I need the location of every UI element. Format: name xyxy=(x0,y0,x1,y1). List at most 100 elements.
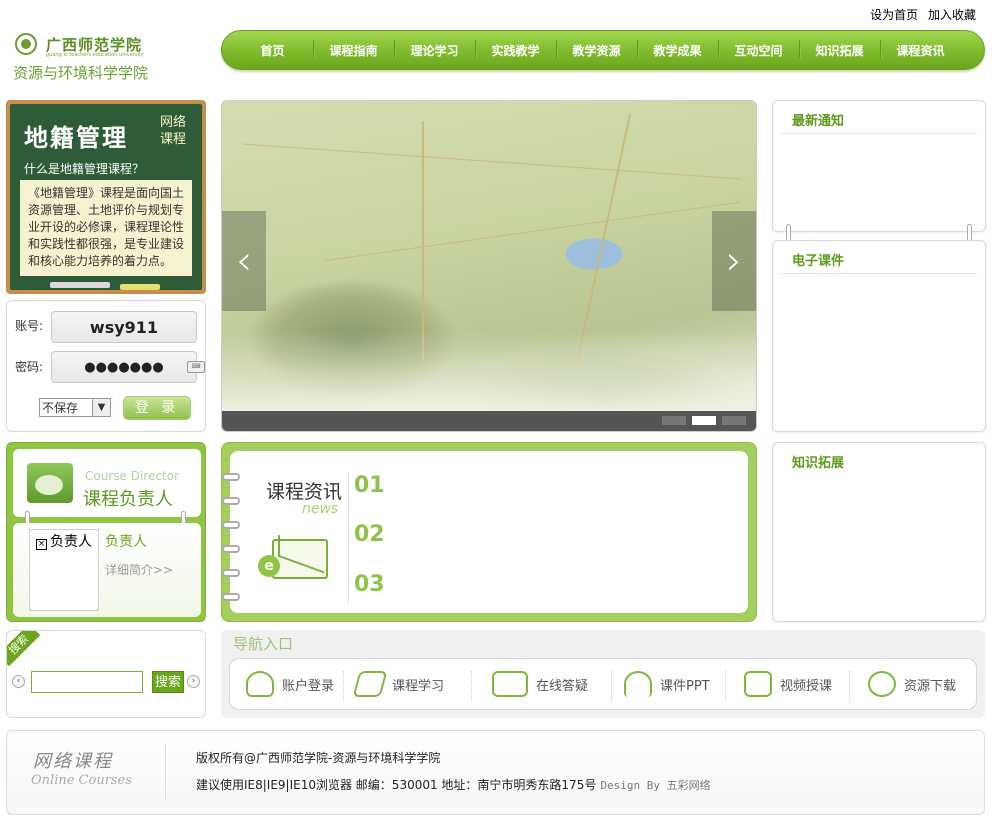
password-label: 密码: xyxy=(15,360,44,374)
account-input[interactable]: wsy911 xyxy=(51,311,197,343)
nav-course-guide[interactable]: 课程指南 xyxy=(313,39,394,59)
tv-icon xyxy=(744,671,772,697)
courseware-title[interactable]: 电子课件 xyxy=(792,250,844,269)
notice-title[interactable]: 最新通知 xyxy=(792,110,844,129)
guide-course-study[interactable]: 课程学习 xyxy=(344,659,472,709)
top-links: 设为首页 加入收藏 xyxy=(864,6,976,23)
nav-home[interactable]: 首页 xyxy=(232,42,313,59)
news-inner: 课程资讯 news e 01 02 03 xyxy=(222,451,748,613)
director-more-link[interactable]: 详细简介>> xyxy=(105,561,173,578)
binder-ring xyxy=(222,593,240,601)
map-road xyxy=(242,143,742,180)
guide-online-qa[interactable]: 在线答疑 xyxy=(472,659,612,709)
notebook-icon xyxy=(352,671,388,697)
guide-item-label: 在线答疑 xyxy=(536,678,589,694)
add-favorite-link[interactable]: 加入收藏 xyxy=(928,8,976,22)
slider-indicator-bar xyxy=(222,411,756,431)
save-option-value: 不保存 xyxy=(42,401,79,415)
guide-item-label: 课程学习 xyxy=(392,678,445,694)
search-tag: 搜索 xyxy=(7,631,41,667)
keyboard-icon[interactable]: ⌨ xyxy=(187,361,205,373)
guide-item-label: 账户登录 xyxy=(282,678,335,694)
search-panel: 搜索 ‹ 搜索 › xyxy=(6,630,206,718)
director-title-cn: 课程负责人 xyxy=(83,489,173,510)
map-fade xyxy=(222,331,756,411)
knowledge-box: 知识拓展 xyxy=(772,442,986,622)
password-input[interactable]: ●●●●●●● xyxy=(51,351,197,383)
slider-dot[interactable] xyxy=(662,416,686,425)
footer: 网络课程 Online Courses 版权所有@广西师范学院-资源与环境科学学… xyxy=(6,730,985,815)
guide-resource-download[interactable]: 资源下载 xyxy=(850,659,976,709)
nav-theory[interactable]: 理论学习 xyxy=(394,39,475,59)
search-next-button[interactable]: › xyxy=(187,675,200,688)
notice-box: 最新通知 xyxy=(772,100,986,232)
save-login-select[interactable]: 不保存 ▼ xyxy=(39,398,111,417)
director-title-en: Course Director xyxy=(85,469,179,483)
footer-contact: 建议使用IE8|IE9|IE10浏览器 邮编：530001 地址：南宁市明秀东路… xyxy=(196,778,597,792)
course-description: 《地籍管理》课程是面向国土资源管理、土地评价与规划专业开设的必修课，课程理论性和… xyxy=(20,180,192,276)
guide-account-login[interactable]: 账户登录 xyxy=(230,659,344,709)
guide-courseware-ppt[interactable]: 课件PPT xyxy=(612,659,726,709)
search-input[interactable] xyxy=(31,671,143,693)
binder-ring xyxy=(222,497,240,505)
slider-prev-button[interactable]: ‹ xyxy=(222,211,266,311)
account-label: 账号: xyxy=(15,319,44,333)
news-item-number[interactable]: 02 xyxy=(354,522,385,547)
divider xyxy=(165,743,166,801)
chalk-decoration xyxy=(120,284,160,290)
course-news-panel: 课程资讯 news e 01 02 03 xyxy=(221,442,757,622)
director-photo-alt: 负责人 xyxy=(50,534,92,550)
footer-copyright: 版权所有@广西师范学院-资源与环境科学学院 xyxy=(196,751,441,765)
map-road xyxy=(422,121,424,361)
broken-image-icon: × xyxy=(36,539,47,550)
guide-item-label: 资源下载 xyxy=(904,678,957,694)
nav-resources[interactable]: 教学资源 xyxy=(556,39,637,59)
director-name[interactable]: 负责人 xyxy=(105,531,147,551)
nav-interaction[interactable]: 互动空间 xyxy=(718,39,799,59)
chat-faces-icon xyxy=(492,671,528,697)
binder-ring xyxy=(222,473,240,481)
course-question: 什么是地籍管理课程？ xyxy=(24,162,145,176)
knowledge-title[interactable]: 知识拓展 xyxy=(792,452,844,471)
binder-ring xyxy=(222,569,240,577)
login-button[interactable]: 登 录 xyxy=(123,396,191,420)
chevron-down-icon: ▼ xyxy=(92,399,110,416)
slider-dot[interactable] xyxy=(722,416,746,425)
guide-bar: 账户登录 课程学习 在线答疑 课件PPT 视频授课 资源下载 xyxy=(229,658,977,710)
guide-item-label: 视频授课 xyxy=(780,678,833,694)
binder-ring xyxy=(222,545,240,553)
director-header: Course Director 课程负责人 xyxy=(13,449,201,517)
folder-icon xyxy=(27,463,73,503)
divider xyxy=(781,273,977,274)
headset-icon xyxy=(624,671,652,697)
college-name: 资源与环境科学学院 xyxy=(13,64,149,82)
footer-design-credit[interactable]: Design By 五彩网络 xyxy=(600,779,710,792)
school-logo-english: guang xi teachers education university xyxy=(46,52,144,58)
news-title: 课程资讯 xyxy=(266,481,343,503)
course-tag: 网络课程 xyxy=(160,115,187,147)
nav-news[interactable]: 课程资讯 xyxy=(880,39,961,59)
guide-title: 导航入口 xyxy=(233,635,294,653)
search-prev-button[interactable]: ‹ xyxy=(12,675,25,688)
footer-logo-en: Online Courses xyxy=(31,773,132,788)
browser-e-icon: e xyxy=(258,555,280,577)
nav-achievements[interactable]: 教学成果 xyxy=(637,39,718,59)
school-seal-icon xyxy=(14,32,42,56)
login-panel: 账号: wsy911 密码: ●●●●●●● ⌨ 不保存 ▼ 登 录 xyxy=(6,300,206,432)
director-photo[interactable]: × 负责人 xyxy=(29,529,99,611)
news-item-number[interactable]: 03 xyxy=(354,572,385,597)
binder-ring xyxy=(222,521,240,529)
mail-envelope-icon xyxy=(272,539,328,579)
courseware-box: 电子课件 xyxy=(772,240,986,432)
footer-info: 建议使用IE8|IE9|IE10浏览器 邮编：530001 地址：南宁市明秀东路… xyxy=(196,776,711,793)
news-item-number[interactable]: 01 xyxy=(354,473,385,498)
nav-practice[interactable]: 实践教学 xyxy=(475,39,556,59)
course-intro-board: 地籍管理 网络课程 什么是地籍管理课程？ 《地籍管理》课程是面向国土资源管理、土… xyxy=(6,100,206,294)
guide-panel: 导航入口 账户登录 课程学习 在线答疑 课件PPT 视频授课 资源下载 xyxy=(221,630,985,718)
guide-video-lessons[interactable]: 视频授课 xyxy=(726,659,850,709)
search-button[interactable]: 搜索 xyxy=(152,671,184,693)
slider-next-button[interactable]: › xyxy=(712,211,756,311)
slider-dot-active[interactable] xyxy=(692,416,716,425)
nav-knowledge[interactable]: 知识拓展 xyxy=(799,39,880,59)
set-homepage-link[interactable]: 设为首页 xyxy=(870,8,918,22)
